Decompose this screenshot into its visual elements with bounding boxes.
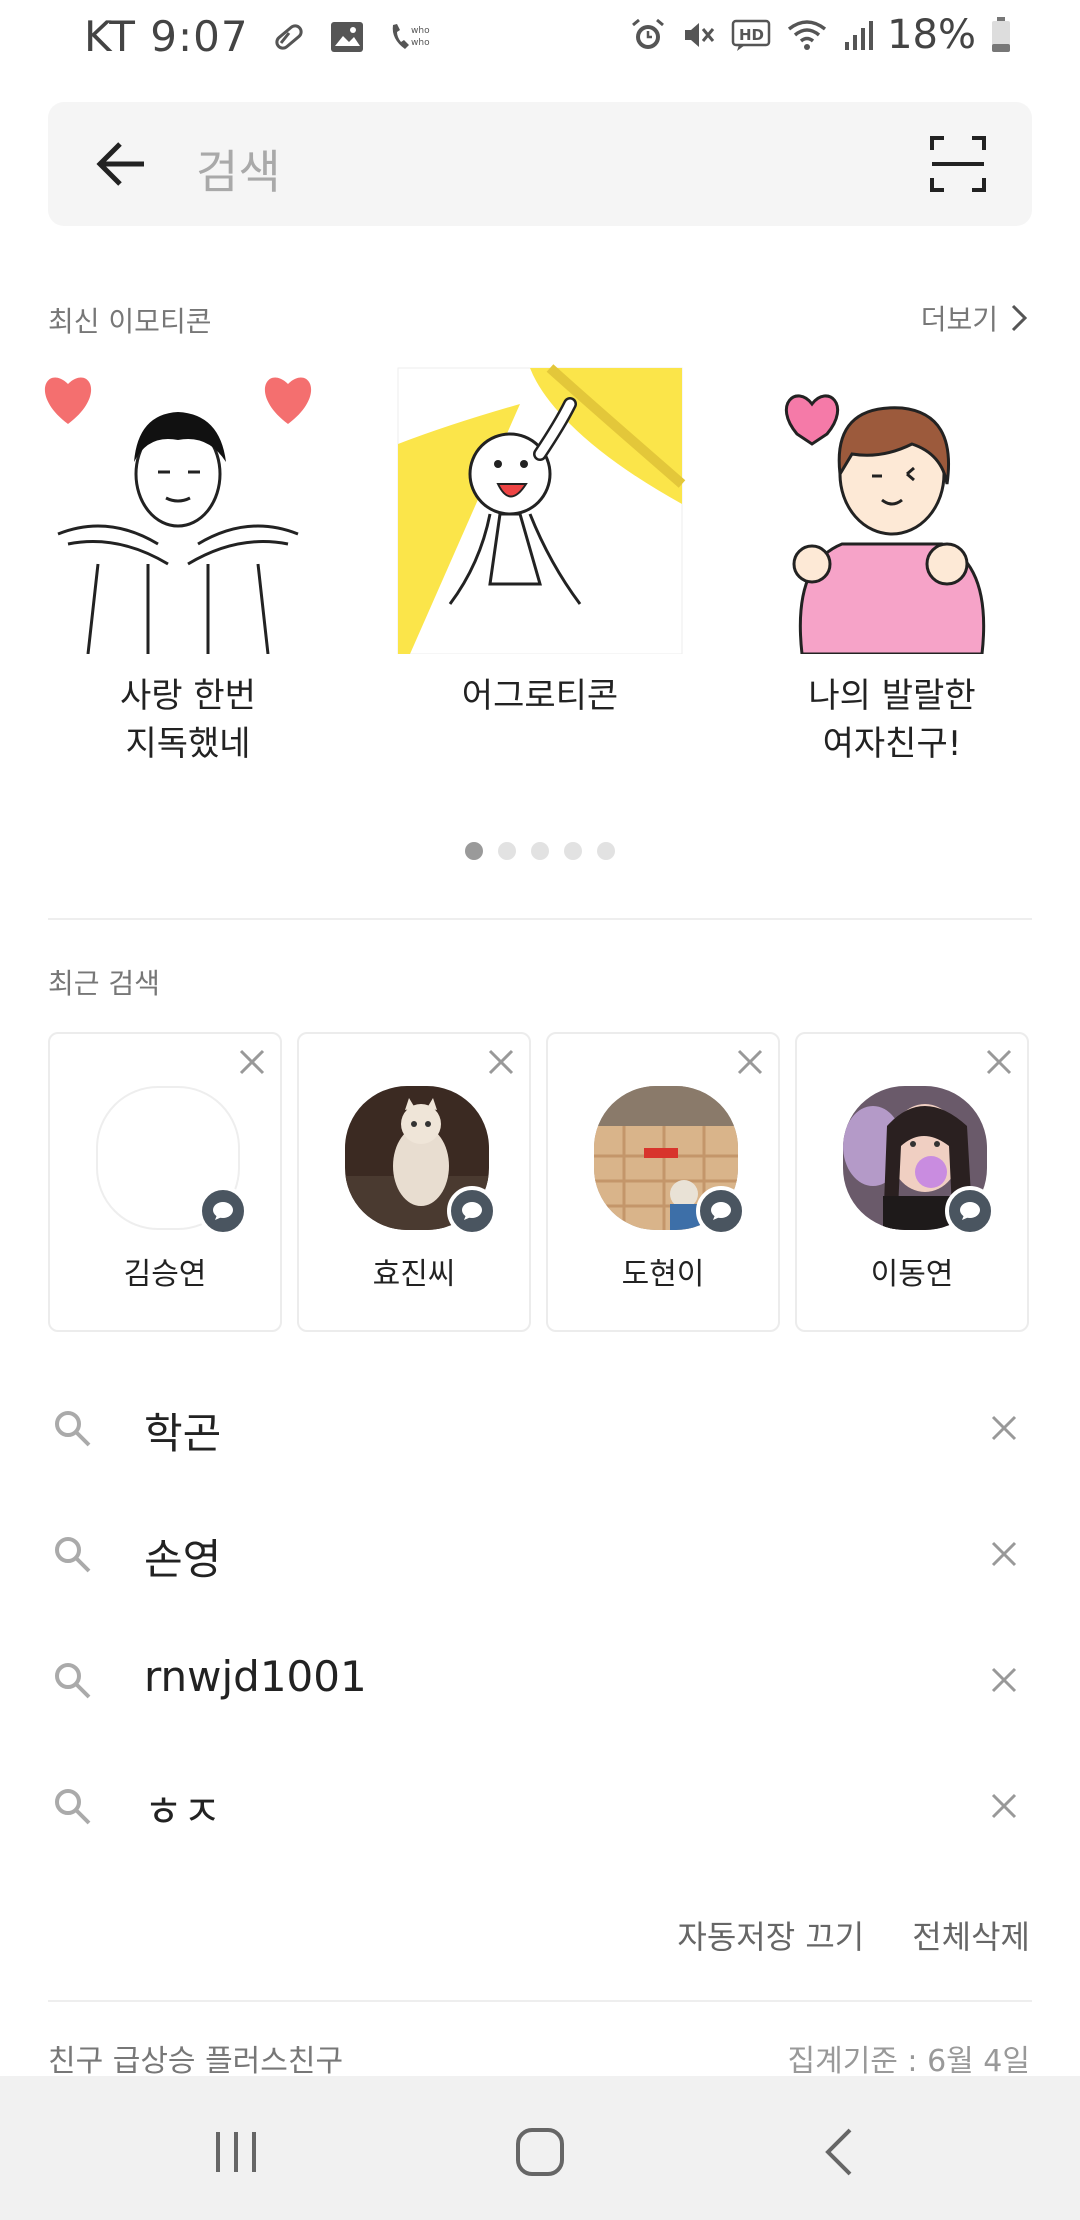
friend-name: 효진씨 [372,1257,456,1292]
svg-text:who: who [411,26,430,36]
recent-apps-icon[interactable] [208,2124,264,2180]
close-icon[interactable] [985,1048,1013,1076]
trending-section-title: 친구 급상승 플러스친구 [48,2044,344,2079]
battery-icon [990,16,1012,54]
keyword-text: 손영 [144,1535,222,1584]
search-bar[interactable]: 검색 [48,102,1032,226]
friend-name: 도현이 [621,1257,705,1292]
more-label: 더보기 [920,303,998,336]
more-link[interactable]: 더보기 [921,298,1028,338]
trending-date-label: 집계기준 : 6월 4일 [787,2044,1031,2079]
status-bar: KT 9:07 who who HD 18% [0,0,1080,76]
pill-icon [271,19,307,55]
close-icon[interactable] [990,1666,1018,1694]
mute-icon [681,17,717,53]
chat-bubble-icon [696,1186,746,1236]
recent-keyword-row[interactable]: rnwjd1001 [0,1616,1080,1742]
close-icon[interactable] [238,1048,266,1076]
search-icon [55,1789,91,1825]
chevron-right-icon [1011,304,1028,332]
home-icon[interactable] [512,2124,568,2180]
navigation-bar [0,2076,1080,2220]
recent-keyword-row[interactable]: 손영 [0,1490,1080,1616]
close-icon[interactable] [990,1792,1018,1820]
close-icon[interactable] [487,1048,515,1076]
divider [48,918,1032,920]
keyword-text: ㅎㅈ [144,1787,222,1836]
hd-voice-icon: HD [731,18,771,52]
recent-keyword-row[interactable]: ㅎㅈ [0,1742,1080,1868]
close-icon[interactable] [990,1414,1018,1442]
qr-scan-icon[interactable] [930,136,986,192]
chat-bubble-icon [945,1186,995,1236]
search-input[interactable]: 검색 [196,136,281,202]
search-icon [55,1663,91,1699]
emoticon-image [784,394,986,654]
svg-text:who: who [411,38,430,48]
auto-save-off-button[interactable]: 자동저장 끄기 [677,1912,864,1958]
page-dot [498,842,516,860]
carousel-pagination [465,842,615,860]
page-dot [597,842,615,860]
back-arrow-icon[interactable] [94,140,148,188]
emoticon-image [397,364,686,654]
page-dot [531,842,549,860]
keyword-text: rnwjd1001 [144,1652,367,1701]
emoticon-label: 어그로티콘 [461,676,619,716]
emoticon-item[interactable]: 나의 발랄한 여자친구! [742,364,1042,764]
carrier: KT [84,12,136,61]
close-icon[interactable] [990,1540,1018,1568]
recent-friend-card[interactable]: 도현이 [546,1032,780,1332]
recent-friend-card[interactable]: 김승연 [48,1032,282,1332]
whowho-call-icon: who who [387,19,431,55]
signal-icon [843,18,874,52]
wifi-icon [785,17,829,53]
carrier-time: KT 9:07 [84,12,249,61]
close-icon[interactable] [736,1048,764,1076]
recent-friend-card[interactable]: 이동연 [795,1032,1029,1332]
gallery-icon [329,20,365,54]
back-icon[interactable] [814,2124,870,2180]
emoticon-item[interactable]: 사랑 한번 지독했네 [38,364,338,764]
recent-search-title: 최근 검색 [48,967,160,1000]
chat-bubble-icon [447,1186,497,1236]
delete-all-button[interactable]: 전체삭제 [912,1912,1030,1958]
emoticon-image [44,377,312,654]
page-dot-active [465,842,483,860]
search-icon [55,1411,91,1447]
emoticon-label: 사랑 한번 지독했네 [120,676,256,764]
battery-percent: 18% [887,12,976,58]
friend-name: 김승연 [123,1257,207,1292]
page-dot [564,842,582,860]
divider [48,2000,1032,2002]
emoticon-item[interactable]: 어그로티콘 [390,364,690,764]
friend-name: 이동연 [870,1257,954,1292]
emoticon-label: 나의 발랄한 여자친구! [808,676,976,764]
chat-bubble-icon [198,1186,248,1236]
keyword-text: 학곤 [144,1409,222,1458]
search-icon [55,1537,91,1573]
alarm-icon [629,16,667,54]
recent-search-actions: 자동저장 끄기 전체삭제 [677,1912,1030,1958]
emoticon-section-title: 최신 이모티콘 [48,305,212,338]
recent-friend-card[interactable]: 효진씨 [297,1032,531,1332]
recent-keyword-row[interactable]: 학곤 [0,1364,1080,1490]
svg-text:HD: HD [739,26,764,44]
clock: 9:07 [150,12,249,61]
